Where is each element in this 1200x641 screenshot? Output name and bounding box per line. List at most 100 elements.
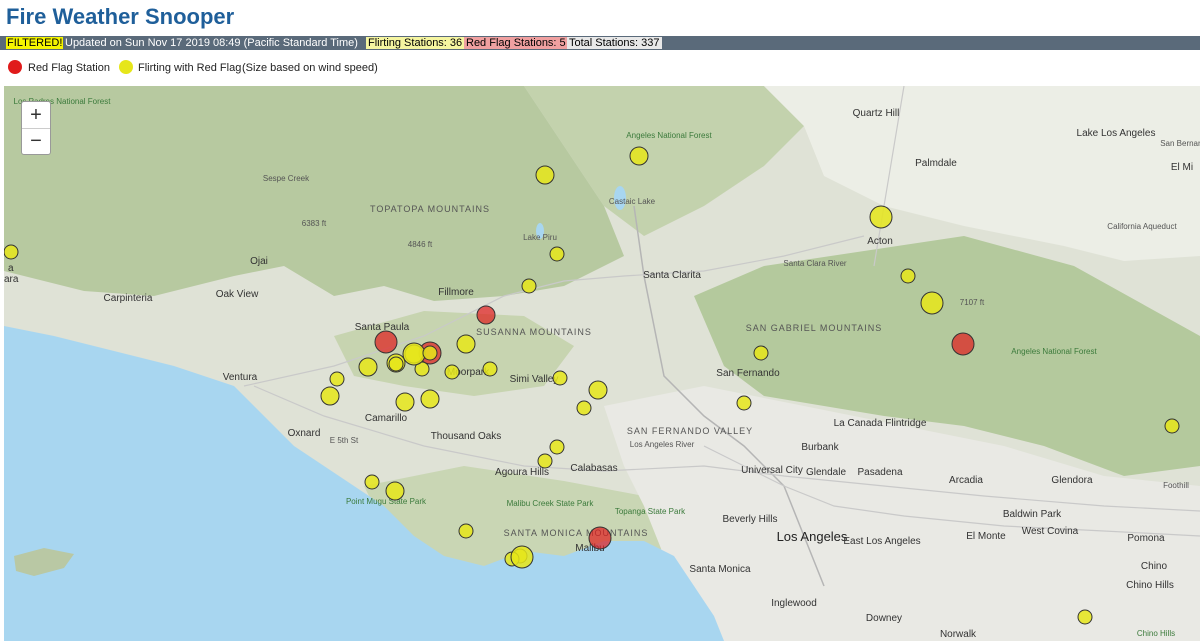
map-label-calabasas: Calabasas bbox=[570, 463, 617, 474]
map-label-ra: a bbox=[8, 263, 14, 274]
flirting-station-marker[interactable] bbox=[549, 439, 565, 455]
flirting-station-marker[interactable] bbox=[482, 361, 498, 377]
zoom-out-button[interactable]: − bbox=[22, 128, 50, 154]
map-label-lake-piru: Lake Piru bbox=[523, 233, 557, 242]
flirting-station-marker[interactable] bbox=[535, 165, 555, 185]
map-label-glendale: Glendale bbox=[806, 467, 846, 478]
flirting-station-marker[interactable] bbox=[422, 345, 438, 361]
flirting-station-marker[interactable] bbox=[900, 268, 916, 284]
map-label-elev-4846: 4846 ft bbox=[408, 240, 433, 249]
map-label-el-mirage: El Mi bbox=[1171, 162, 1193, 173]
red-flag-station-marker[interactable] bbox=[374, 330, 398, 354]
flirting-station-marker[interactable] bbox=[329, 371, 345, 387]
flirting-legend-icon bbox=[119, 60, 133, 74]
status-bar: FILTERED! Updated on Sun Nov 17 2019 08:… bbox=[0, 36, 1200, 50]
map-label-la-canada: La Canada Flintridge bbox=[834, 418, 927, 429]
flirting-station-marker[interactable] bbox=[1077, 609, 1093, 625]
flirting-station-marker[interactable] bbox=[629, 146, 649, 166]
flirting-station-marker[interactable] bbox=[4, 244, 19, 260]
map-label-downey: Downey bbox=[866, 613, 902, 624]
zoom-control: + − bbox=[21, 101, 51, 155]
flirting-station-marker[interactable] bbox=[576, 400, 592, 416]
map-label-elev-6383: 6383 ft bbox=[302, 219, 327, 228]
flirting-station-marker[interactable] bbox=[420, 389, 440, 409]
map-label-castaic-lake: Castaic Lake bbox=[609, 197, 656, 206]
flirting-station-marker[interactable] bbox=[388, 356, 404, 372]
red-flag-station-marker[interactable] bbox=[476, 305, 496, 325]
map-label-thousand-oaks: Thousand Oaks bbox=[431, 431, 502, 442]
flirting-station-marker[interactable] bbox=[1164, 418, 1180, 434]
zoom-in-button[interactable]: + bbox=[22, 102, 50, 129]
flirting-station-marker[interactable] bbox=[364, 474, 380, 490]
map-label-chino-hills: Chino Hills bbox=[1126, 580, 1174, 591]
map-label-east-los-angeles: East Los Angeles bbox=[843, 536, 920, 547]
flirting-station-marker[interactable] bbox=[358, 357, 378, 377]
red-flag-station-marker[interactable] bbox=[588, 526, 612, 550]
map-label-arcadia: Arcadia bbox=[949, 475, 983, 486]
map-label-fillmore: Fillmore bbox=[438, 287, 474, 298]
flirting-legend-label: Flirting with Red Flag bbox=[138, 62, 242, 74]
map-label-angeles-nf-east: Angeles National Forest bbox=[1011, 347, 1097, 356]
map-canvas[interactable]: Los Padres National Forest Angeles Nation… bbox=[4, 86, 1200, 641]
map-label-chino: Chino bbox=[1141, 561, 1168, 572]
map-label-norwalk: Norwalk bbox=[940, 629, 977, 640]
topatopa-terrain bbox=[4, 86, 624, 301]
map-label-los-angeles: Los Angeles bbox=[777, 529, 848, 544]
map-label-agoura-hills: Agoura Hills bbox=[495, 467, 549, 478]
filtered-badge: FILTERED! bbox=[6, 37, 64, 49]
map-label-santa-monica: Santa Monica bbox=[689, 564, 751, 575]
red-flag-station-marker[interactable] bbox=[951, 332, 975, 356]
map-label-glendora: Glendora bbox=[1051, 475, 1093, 486]
map-label-quartz-hill: Quartz Hill bbox=[853, 108, 900, 119]
app-title: Fire Weather Snooper bbox=[6, 4, 235, 29]
map-label-pasadena: Pasadena bbox=[857, 467, 902, 478]
map-label-oak-view: Oak View bbox=[216, 289, 259, 300]
red-flag-legend-label: Red Flag Station bbox=[28, 62, 110, 74]
map-label-angeles-nf-north: Angeles National Forest bbox=[626, 131, 712, 140]
map-label-oxnard: Oxnard bbox=[288, 428, 321, 439]
flirting-station-marker[interactable] bbox=[320, 386, 340, 406]
flirting-station-marker[interactable] bbox=[588, 380, 608, 400]
map-label-universal-city: Universal City bbox=[741, 465, 803, 476]
map-label-susanna: SUSANNA MOUNTAINS bbox=[476, 327, 592, 337]
map-label-camarillo: Camarillo bbox=[365, 413, 408, 424]
flirting-station-marker[interactable] bbox=[458, 523, 474, 539]
flirting-station-marker[interactable] bbox=[753, 345, 769, 361]
map-label-malibu-creek: Malibu Creek State Park bbox=[507, 499, 595, 508]
map-label-foothill: Foothill bbox=[1163, 481, 1189, 490]
flirting-station-marker[interactable] bbox=[521, 278, 537, 294]
map-label-elev-7107: 7107 ft bbox=[960, 298, 985, 307]
map-label-california-aqueduct: California Aqueduct bbox=[1107, 222, 1177, 231]
flirting-station-marker[interactable] bbox=[444, 364, 460, 380]
flirting-station-marker[interactable] bbox=[549, 246, 565, 262]
map-label-acton: Acton bbox=[867, 236, 893, 247]
flirting-station-marker[interactable] bbox=[736, 395, 752, 411]
flirting-station-marker[interactable] bbox=[402, 342, 426, 366]
map-label-west-covina: West Covina bbox=[1022, 526, 1079, 537]
flirting-station-marker[interactable] bbox=[920, 291, 944, 315]
flirting-station-marker[interactable] bbox=[552, 370, 568, 386]
map-label-e-5th-st: E 5th St bbox=[330, 436, 359, 445]
map-label-santa-monica-mtns: SANTA MONICA MOUNTAINS bbox=[504, 528, 649, 538]
map-label-burbank: Burbank bbox=[801, 442, 839, 453]
map-label-ara: ara bbox=[4, 274, 19, 285]
map-label-lake-los-angeles: Lake Los Angeles bbox=[1077, 128, 1156, 139]
red-flag-count-badge: Red Flag Stations: 5 bbox=[464, 37, 568, 49]
flirting-station-marker[interactable] bbox=[395, 392, 415, 412]
map-label-el-monte: El Monte bbox=[966, 531, 1006, 542]
map-label-chino-hills-sp: Chino Hills bbox=[1137, 629, 1175, 638]
total-count-badge: Total Stations: 337 bbox=[567, 37, 662, 49]
flirting-station-marker[interactable] bbox=[385, 481, 405, 501]
map-label-sespe-creek: Sespe Creek bbox=[263, 174, 310, 183]
map-label-ventura: Ventura bbox=[223, 372, 258, 383]
map-label-palmdale: Palmdale bbox=[915, 158, 957, 169]
size-note: (Size based on wind speed) bbox=[242, 62, 378, 74]
flirting-station-marker[interactable] bbox=[510, 545, 534, 569]
flirting-station-marker[interactable] bbox=[456, 334, 476, 354]
flirting-station-marker[interactable] bbox=[869, 205, 893, 229]
flirting-station-marker[interactable] bbox=[537, 453, 553, 469]
map-label-san-fernando: San Fernando bbox=[716, 368, 780, 379]
map-label-baldwin-park: Baldwin Park bbox=[1003, 509, 1062, 520]
map-label-sf-valley: SAN FERNANDO VALLEY bbox=[627, 426, 753, 436]
map-label-los-angeles-river: Los Angeles River bbox=[630, 440, 695, 449]
